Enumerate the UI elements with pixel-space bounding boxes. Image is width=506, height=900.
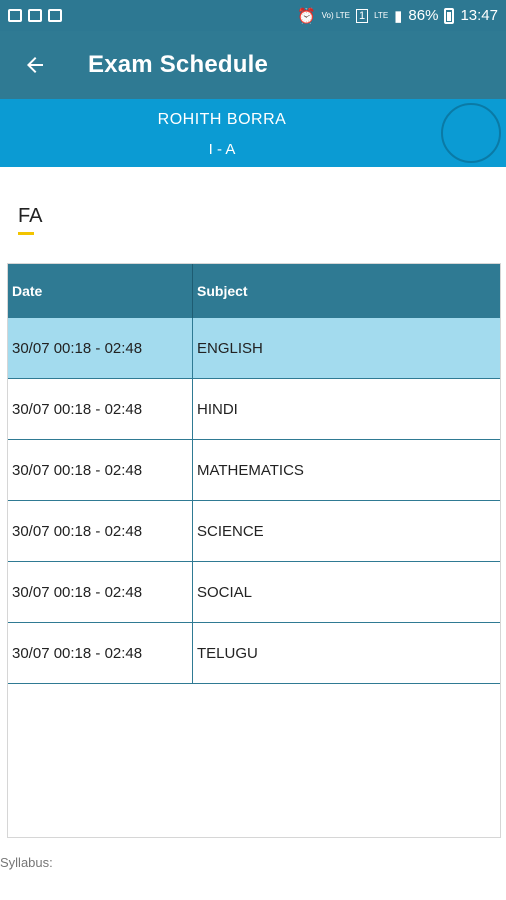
arrow-left-icon [27, 57, 43, 73]
table-row[interactable]: 30/07 00:18 - 02:48 SOCIAL [8, 562, 500, 623]
row-date: 30/07 00:18 - 02:48 [8, 318, 193, 378]
row-subject: ENGLISH [197, 339, 263, 357]
row-date: 30/07 00:18 - 02:48 [8, 440, 193, 500]
table-row[interactable]: 30/07 00:18 - 02:48 ENGLISH [8, 318, 500, 379]
status-right: ⏰ Vo) LTE 1 LTE ▮ 86% 13:47 [297, 7, 498, 25]
header-date: Date [8, 264, 193, 318]
app-toolbar: Exam Schedule [0, 31, 506, 99]
row-subject: SOCIAL [197, 583, 253, 601]
signal-icon: ▮ [394, 7, 403, 25]
row-subject: SCIENCE [197, 522, 264, 540]
lte-label: LTE [374, 10, 389, 20]
status-bar: ⏰ Vo) LTE 1 LTE ▮ 86% 13:47 [0, 0, 506, 31]
exam-type-tab[interactable]: FA [18, 205, 42, 228]
avatar[interactable] [441, 103, 501, 163]
row-date: 30/07 00:18 - 02:48 [8, 501, 193, 561]
cards-notification-icon [28, 9, 42, 22]
table-row[interactable]: 30/07 00:18 - 02:48 SCIENCE [8, 501, 500, 562]
row-date: 30/07 00:18 - 02:48 [8, 379, 193, 439]
page-title: Exam Schedule [88, 51, 269, 78]
back-button[interactable] [20, 50, 50, 80]
table-row[interactable]: 30/07 00:18 - 02:48 MATHEMATICS [8, 440, 500, 501]
battery-percent: 86% [408, 7, 439, 24]
battery-icon [444, 7, 455, 24]
header-subject: Subject [197, 283, 248, 299]
image-notification-icon [8, 9, 22, 22]
table-row[interactable]: 30/07 00:18 - 02:48 HINDI [8, 379, 500, 440]
table-header: Date Subject [8, 264, 500, 318]
status-left [8, 9, 62, 22]
row-subject: TELUGU [197, 644, 258, 662]
student-profile-bar: ROHITH BORRA I - A [0, 99, 506, 167]
row-date: 30/07 00:18 - 02:48 [8, 562, 193, 622]
tab-indicator [18, 232, 34, 235]
syllabus-label: Syllabus: [0, 855, 53, 870]
clock: 13:47 [460, 7, 498, 24]
exam-schedule-table: Date Subject 30/07 00:18 - 02:48 ENGLISH 3… [7, 263, 501, 838]
row-subject: HINDI [197, 400, 238, 418]
sim-label: 1 [355, 8, 369, 23]
row-subject: MATHEMATICS [197, 461, 304, 479]
message-notification-icon [48, 9, 62, 22]
volte-label: Vo) LTE [321, 10, 350, 20]
table-row[interactable]: 30/07 00:18 - 02:48 TELUGU [8, 623, 500, 684]
alarm-icon: ⏰ [296, 7, 316, 25]
table-body: 30/07 00:18 - 02:48 ENGLISH 30/07 00:18 - … [8, 318, 500, 684]
student-name: ROHITH BORRA [157, 111, 287, 128]
student-class: I - A [208, 141, 236, 158]
row-date: 30/07 00:18 - 02:48 [8, 623, 193, 683]
